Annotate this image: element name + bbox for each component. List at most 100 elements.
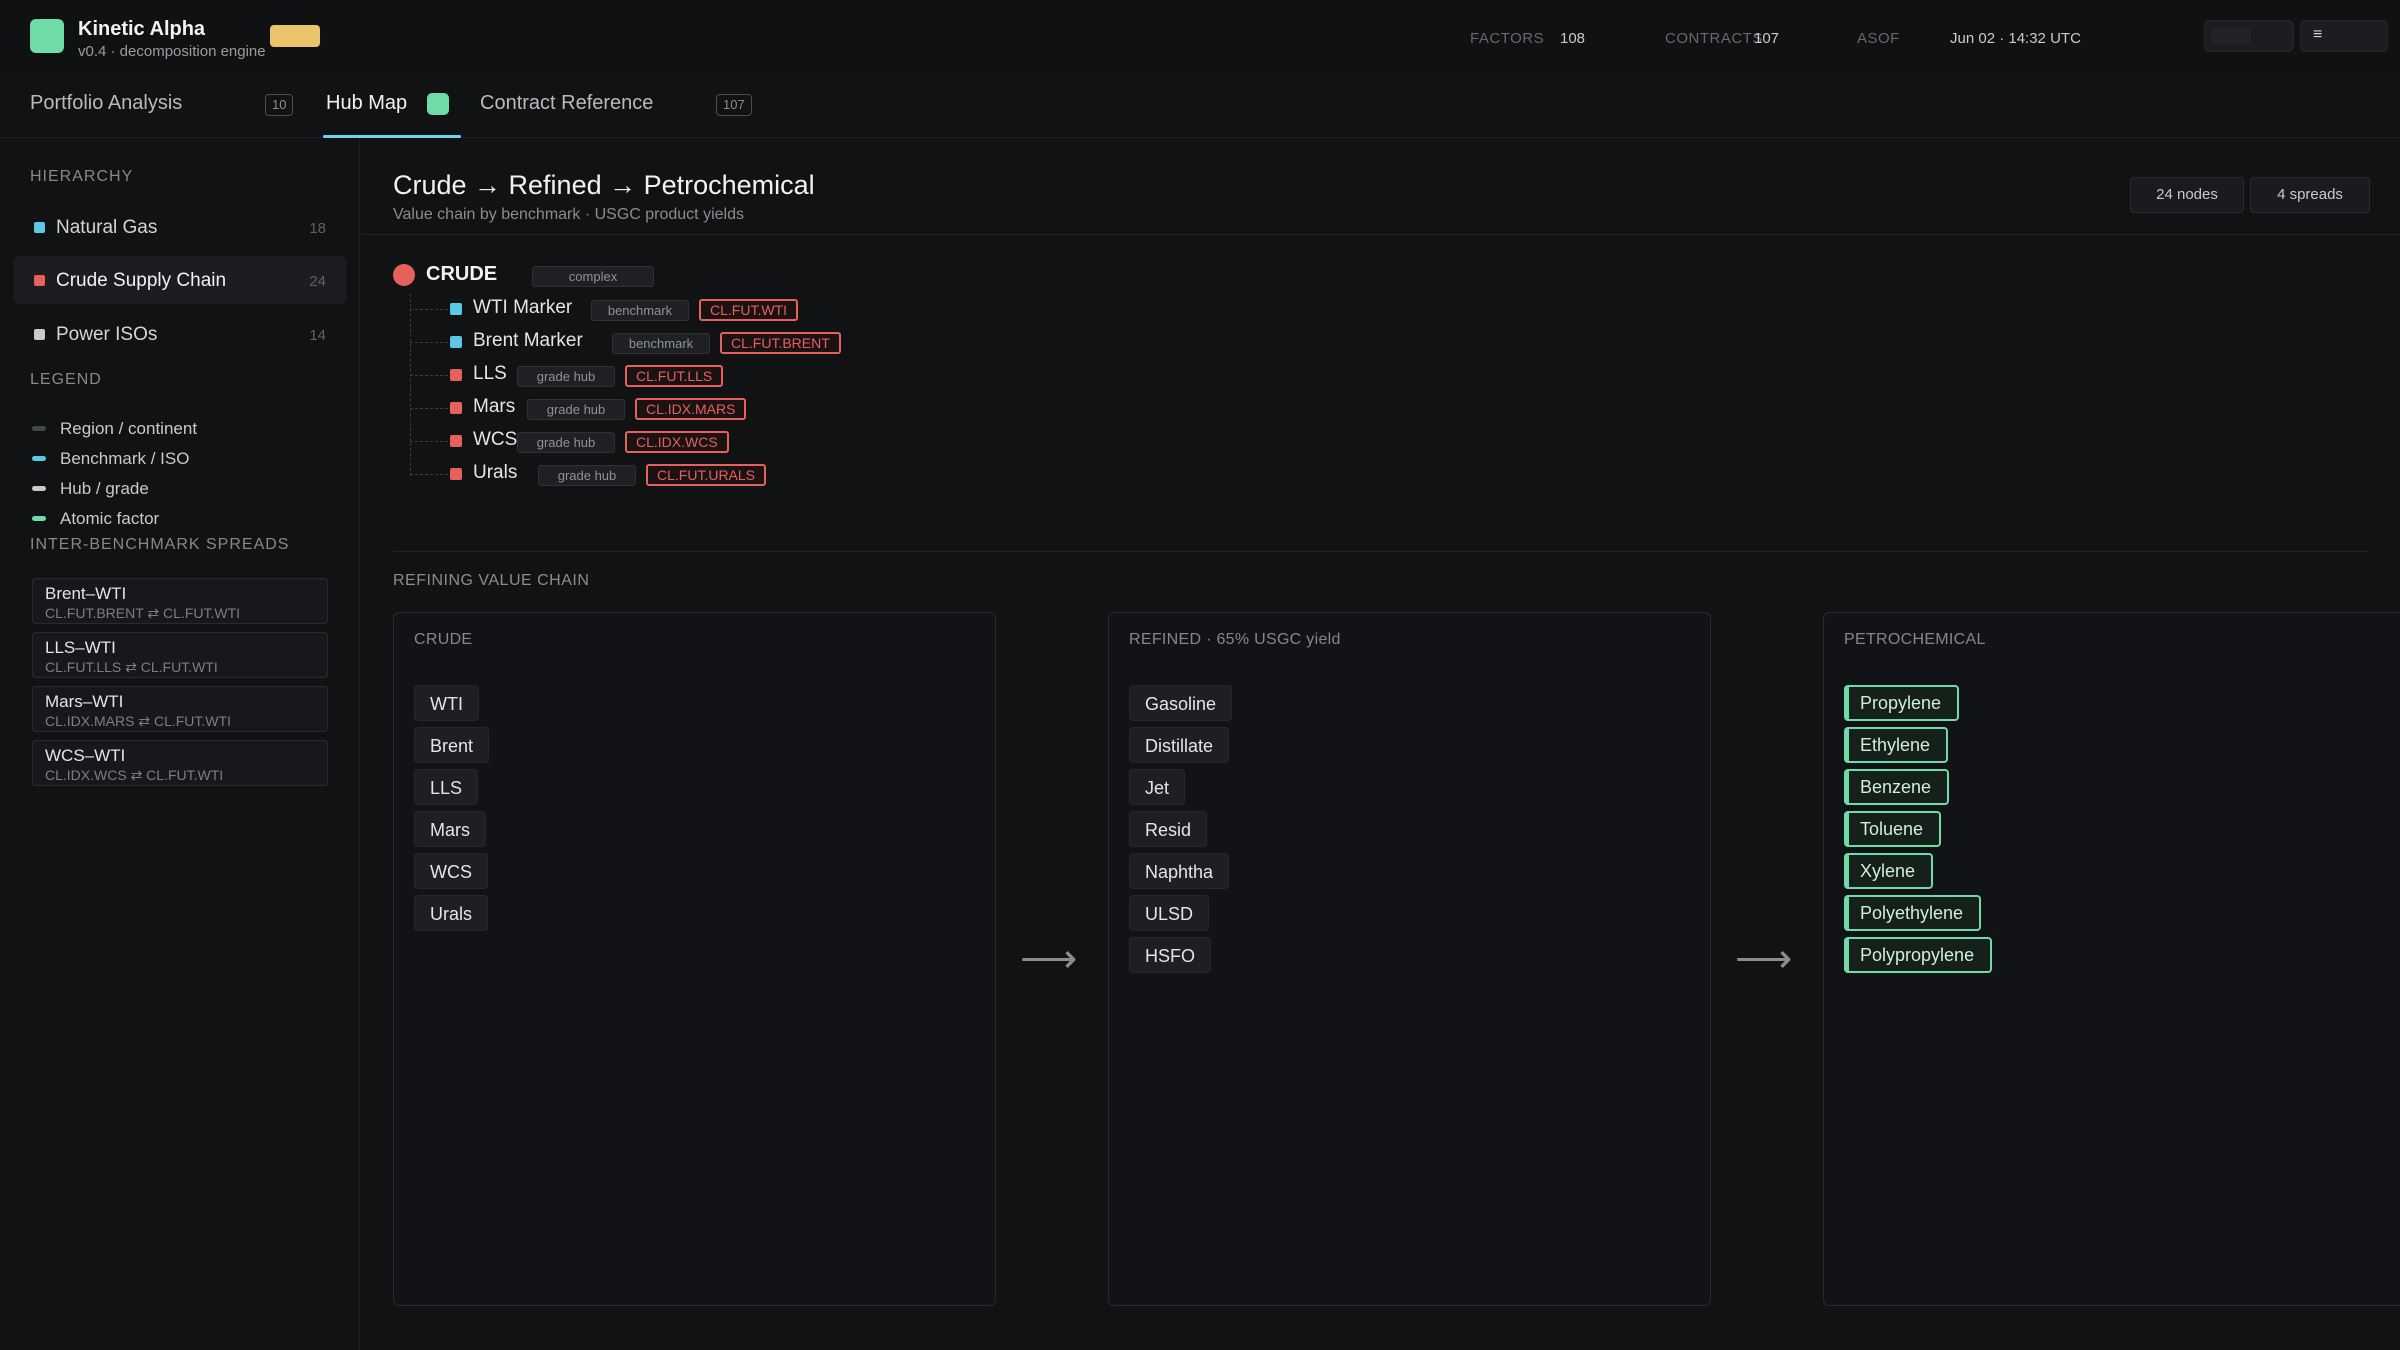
tree-node-tag: grade hub (538, 465, 636, 486)
tree-branch (410, 408, 448, 409)
menu-icon: ≡ (2313, 26, 2323, 43)
tree-node-code[interactable]: CL.FUT.BRENT (720, 332, 841, 354)
tree-node-tag: grade hub (517, 366, 615, 387)
tree-node-wti-marker[interactable]: WTI Marker (473, 297, 572, 319)
legend-label: Benchmark / ISO (60, 449, 190, 468)
chain-item-ulsd[interactable]: ULSD (1129, 895, 1210, 931)
spread-item-lls-wti[interactable]: LLS–WTI CL.FUT.LLS ⇄ CL.FUT.WTI (32, 632, 328, 678)
legend-swatch-icon (32, 486, 46, 491)
chain-item-lls[interactable]: LLS (414, 769, 479, 805)
value-chain-panel-crude: CRUDE WTI Brent LLS Mars WCS Urals (393, 612, 996, 1306)
menu-button[interactable]: ≡ (2300, 20, 2388, 52)
spreads-heading: INTER-BENCHMARK SPREADS (30, 536, 290, 553)
hierarchy-item-natural-gas[interactable]: Natural Gas 18 (14, 203, 346, 251)
tree-branch (410, 309, 448, 310)
tab-hub-map-status-icon (427, 93, 449, 115)
tree-node-dot-icon (450, 336, 462, 348)
sidebar: HIERARCHY Natural Gas 18 Crude Supply Ch… (0, 138, 360, 1350)
spread-item-mars-wti[interactable]: Mars–WTI CL.IDX.MARS ⇄ CL.FUT.WTI (32, 686, 328, 732)
chain-item-wti[interactable]: WTI (414, 685, 479, 721)
tree-node-wcs[interactable]: WCS (473, 429, 517, 451)
legend-label: Hub / grade (60, 479, 149, 498)
app-title: Kinetic Alpha (78, 18, 206, 40)
chain-item-resid[interactable]: Resid (1129, 811, 1208, 847)
chain-item-toluene[interactable]: Toluene (1844, 811, 1942, 847)
arrow-right-icon: ⟶ (1020, 937, 1078, 981)
tab-contract-reference-count: 107 (716, 94, 752, 116)
tree-node-dot-icon (450, 468, 462, 480)
tree-node-lls[interactable]: LLS (473, 363, 507, 385)
tab-portfolio-analysis-count: 10 (265, 94, 294, 116)
tree-node-brent-marker[interactable]: Brent Marker (473, 330, 583, 352)
hierarchy-dot-icon (34, 275, 45, 286)
chain-item-urals[interactable]: Urals (414, 895, 489, 931)
tree-branch (410, 441, 448, 442)
tree-node-code[interactable]: CL.IDX.MARS (635, 398, 747, 420)
tab-portfolio-analysis[interactable]: Portfolio Analysis (30, 92, 182, 136)
legend-swatch-icon (32, 456, 46, 461)
panel-title: CRUDE (414, 631, 473, 648)
tree-root-tag: complex (532, 266, 654, 287)
view-toggle-button[interactable] (2204, 20, 2294, 52)
tree-node-tag: benchmark (612, 333, 710, 354)
tree-node-dot-icon (450, 402, 462, 414)
spreads-count-badge: 4 spreads (2250, 177, 2370, 213)
tree-branch (410, 342, 448, 343)
app-subtitle: v0.4 · decomposition engine (78, 43, 266, 60)
chain-item-propylene[interactable]: Propylene (1844, 685, 1960, 721)
tree-root-label[interactable]: CRUDE (426, 263, 497, 286)
chain-item-wcs[interactable]: WCS (414, 853, 488, 889)
tree-node-urals[interactable]: Urals (473, 462, 517, 484)
value-chain-heading: REFINING VALUE CHAIN (393, 572, 590, 589)
crude-root-dot-icon (393, 264, 415, 286)
tree-node-code[interactable]: CL.FUT.URALS (646, 464, 767, 486)
legend-heading: LEGEND (30, 371, 102, 388)
page-title: Crude → Refined → Petrochemical (393, 170, 815, 200)
tree-connector (410, 294, 411, 476)
chain-item-distillate[interactable]: Distillate (1129, 727, 1230, 763)
spread-pair: CL.FUT.BRENT ⇄ CL.FUT.WTI (45, 605, 241, 621)
app-status-badge (270, 25, 320, 47)
chain-item-ethylene[interactable]: Ethylene (1844, 727, 1949, 763)
chain-item-polyethylene[interactable]: Polyethylene (1844, 895, 1982, 931)
chain-item-hsfo[interactable]: HSFO (1129, 937, 1212, 973)
hierarchy-item-power-isos[interactable]: Power ISOs 14 (14, 310, 346, 358)
chain-item-jet[interactable]: Jet (1129, 769, 1186, 805)
toggle-knob (2211, 27, 2251, 45)
tab-contract-reference[interactable]: Contract Reference (480, 92, 653, 136)
tree-node-mars[interactable]: Mars (473, 396, 515, 418)
tree-node-code[interactable]: CL.IDX.WCS (625, 431, 729, 453)
hierarchy-dot-icon (34, 329, 45, 340)
section-divider (393, 551, 2368, 552)
legend-label: Region / continent (60, 419, 198, 438)
top-bar: Kinetic Alpha v0.4 · decomposition engin… (0, 0, 2400, 76)
chain-item-brent[interactable]: Brent (414, 727, 490, 763)
page-subtitle: Value chain by benchmark · USGC product … (393, 206, 744, 223)
chain-item-gasoline[interactable]: Gasoline (1129, 685, 1233, 721)
tab-hub-map[interactable]: Hub Map (326, 92, 407, 136)
tree-branch (410, 474, 448, 475)
chain-item-xylene[interactable]: Xylene (1844, 853, 1934, 889)
header-divider (361, 234, 2400, 235)
tree-node-dot-icon (450, 435, 462, 447)
tree-node-tag: grade hub (527, 399, 625, 420)
tree-node-dot-icon (450, 369, 462, 381)
chain-item-mars[interactable]: Mars (414, 811, 486, 847)
tree-node-tag: grade hub (517, 432, 615, 453)
spread-name: Brent–WTI (45, 584, 127, 603)
chain-item-naphtha[interactable]: Naphtha (1129, 853, 1230, 889)
hierarchy-heading: HIERARCHY (30, 168, 134, 185)
hierarchy-item-crude-supply-chain[interactable]: Crude Supply Chain 24 (14, 256, 346, 304)
spread-name: WCS–WTI (45, 746, 126, 765)
chain-item-polypropylene[interactable]: Polypropylene (1844, 937, 1993, 973)
tree-node-code[interactable]: CL.FUT.LLS (625, 365, 724, 387)
app-logo-icon (30, 19, 64, 53)
tree-node-code[interactable]: CL.FUT.WTI (699, 299, 798, 321)
chain-item-benzene[interactable]: Benzene (1844, 769, 1950, 805)
spread-item-brent-wti[interactable]: Brent–WTI CL.FUT.BRENT ⇄ CL.FUT.WTI (32, 578, 328, 624)
value-chain-panel-refined: REFINED · 65% USGC yield Gasoline Distil… (1108, 612, 1711, 1306)
spread-item-wcs-wti[interactable]: WCS–WTI CL.IDX.WCS ⇄ CL.FUT.WTI (32, 740, 328, 786)
panel-title: REFINED · 65% USGC yield (1129, 631, 1341, 648)
tree-node-tag: benchmark (591, 300, 689, 321)
hierarchy-item-count: 14 (309, 327, 326, 344)
